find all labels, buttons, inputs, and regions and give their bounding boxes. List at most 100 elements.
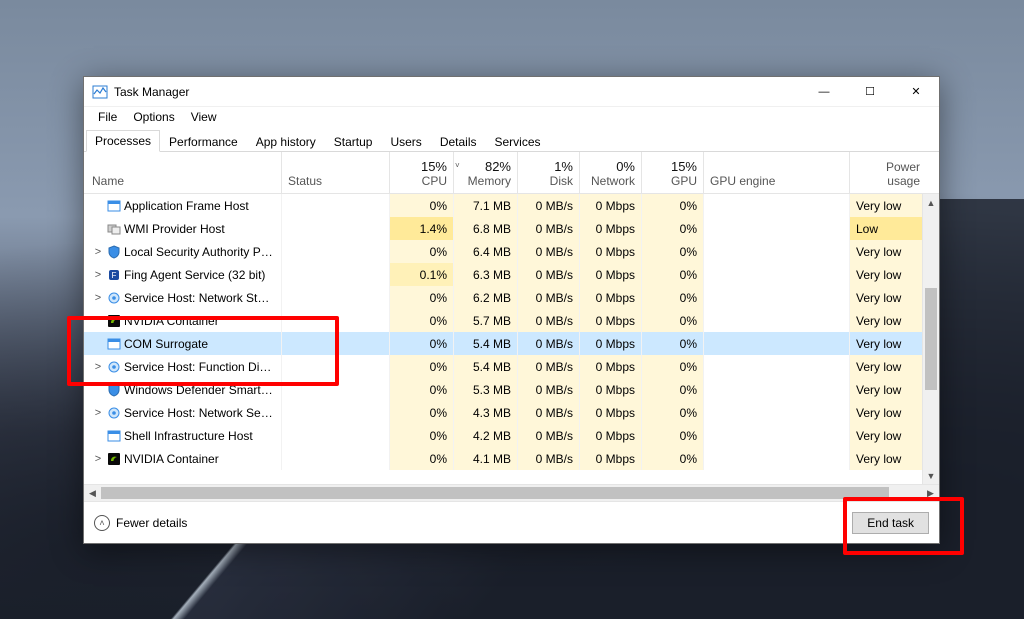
table-row[interactable]: >Service Host: Function Discover...0%5.4… xyxy=(84,355,939,378)
status-cell xyxy=(282,378,390,401)
table-row[interactable]: WMI Provider Host1.4%6.8 MB0 MB/s0 Mbps0… xyxy=(84,217,939,240)
col-disk[interactable]: 1%Disk xyxy=(518,152,580,193)
power-usage-cell: Low xyxy=(850,217,926,240)
process-name-cell[interactable]: WMI Provider Host xyxy=(84,217,282,240)
network-cell: 0 Mbps xyxy=(580,194,642,217)
scroll-down-icon[interactable]: ▼ xyxy=(923,467,939,484)
gpu-cell: 0% xyxy=(642,378,704,401)
menu-file[interactable]: File xyxy=(90,108,125,126)
col-power-usage[interactable]: Power usage xyxy=(850,152,926,193)
gpu-cell: 0% xyxy=(642,286,704,309)
scroll-right-icon[interactable]: ▶ xyxy=(922,488,939,499)
hscroll-track[interactable] xyxy=(101,485,922,501)
table-row[interactable]: >Service Host: Network Service0%4.3 MB0 … xyxy=(84,401,939,424)
tab-processes[interactable]: Processes xyxy=(86,130,160,152)
tab-startup[interactable]: Startup xyxy=(325,131,382,152)
gpu-cell: 0% xyxy=(642,240,704,263)
sort-indicator-icon: ˅ xyxy=(455,161,460,170)
expand-toggle-icon[interactable]: > xyxy=(92,292,104,304)
menubar: File Options View xyxy=(84,107,939,127)
disk-cell: 0 MB/s xyxy=(518,355,580,378)
process-name-cell[interactable]: Windows Defender SmartScreen xyxy=(84,378,282,401)
scroll-thumb[interactable] xyxy=(925,288,937,390)
process-name-cell[interactable]: NVIDIA Container xyxy=(84,309,282,332)
scroll-track[interactable] xyxy=(923,211,939,467)
process-name-cell[interactable]: >NVIDIA Container xyxy=(84,447,282,470)
table-row[interactable]: COM Surrogate0%5.4 MB0 MB/s0 Mbps0%Very … xyxy=(84,332,939,355)
tab-performance[interactable]: Performance xyxy=(160,131,247,152)
close-button[interactable]: ✕ xyxy=(893,77,939,107)
table-row[interactable]: >Service Host: Network Store Inte... 0% 6.… xyxy=(84,286,939,309)
col-gpu[interactable]: 15%GPU xyxy=(642,152,704,193)
network-cell: 0 Mbps xyxy=(580,424,642,447)
expand-toggle-icon[interactable]: > xyxy=(92,246,104,258)
table-row[interactable]: Application Frame Host0%7.1 MB0 MB/s0 Mb… xyxy=(84,194,939,217)
process-name-cell[interactable]: COM Surrogate xyxy=(84,332,282,355)
maximize-button[interactable]: ☐ xyxy=(847,77,893,107)
disk-cell: 0 MB/s xyxy=(518,447,580,470)
menu-options[interactable]: Options xyxy=(125,108,182,126)
col-gpu-engine[interactable]: GPU engine xyxy=(704,152,850,193)
process-name-cell[interactable]: >Service Host: Function Discover... xyxy=(84,355,282,378)
tab-details[interactable]: Details xyxy=(431,131,486,152)
gpu-engine-cell xyxy=(704,217,850,240)
expand-toggle-icon[interactable]: > xyxy=(92,269,104,281)
status-cell xyxy=(282,447,390,470)
col-name[interactable]: Name xyxy=(84,152,282,193)
table-row[interactable]: NVIDIA Container0%5.7 MB0 MB/s0 Mbps0%Ve… xyxy=(84,309,939,332)
fing-icon: F xyxy=(106,267,122,283)
memory-cell: 6.2 MB xyxy=(454,286,518,309)
expand-toggle-icon[interactable]: > xyxy=(92,361,104,373)
table-row[interactable]: >Local Security Authority Process...0%6.… xyxy=(84,240,939,263)
cpu-cell: 0.1% xyxy=(390,263,454,286)
gpu-engine-cell xyxy=(704,240,850,263)
process-name-cell[interactable]: >Local Security Authority Process... xyxy=(84,240,282,263)
process-name-cell[interactable]: Application Frame Host xyxy=(84,194,282,217)
hscroll-thumb[interactable] xyxy=(101,487,889,499)
disk-cell: 0 MB/s xyxy=(518,332,580,355)
col-status[interactable]: Status xyxy=(282,152,390,193)
vertical-scrollbar[interactable]: ▲ ▼ xyxy=(922,194,939,484)
menu-view[interactable]: View xyxy=(183,108,225,126)
col-memory[interactable]: ˅82%Memory xyxy=(454,152,518,193)
col-cpu[interactable]: 15%CPU xyxy=(390,152,454,193)
fewer-details-button[interactable]: ˄ Fewer details xyxy=(94,515,187,531)
tab-services[interactable]: Services xyxy=(486,131,550,152)
disk-cell: 0 MB/s xyxy=(518,378,580,401)
table-row[interactable]: Shell Infrastructure Host0%4.2 MB0 MB/s0… xyxy=(84,424,939,447)
status-cell xyxy=(282,309,390,332)
power-usage-cell: Very low xyxy=(850,355,926,378)
gpu-engine-cell xyxy=(704,424,850,447)
horizontal-scrollbar[interactable]: ◀ ▶ xyxy=(84,484,939,501)
shield-icon xyxy=(106,382,122,398)
disk-cell: 0 MB/s xyxy=(518,286,580,309)
scroll-up-icon[interactable]: ▲ xyxy=(923,194,939,211)
power-usage-cell: Very low xyxy=(850,309,926,332)
process-name-cell[interactable]: Shell Infrastructure Host xyxy=(84,424,282,447)
cpu-cell: 0% xyxy=(390,378,454,401)
disk-cell: 0 MB/s xyxy=(518,217,580,240)
svg-text:F: F xyxy=(112,271,117,280)
memory-cell: 4.3 MB xyxy=(454,401,518,424)
network-cell: 0 Mbps xyxy=(580,240,642,263)
memory-cell: 5.7 MB xyxy=(454,309,518,332)
tab-app-history[interactable]: App history xyxy=(247,131,325,152)
memory-cell: 6.3 MB xyxy=(454,263,518,286)
network-cell: 0 Mbps xyxy=(580,309,642,332)
table-row[interactable]: >NVIDIA Container0%4.1 MB0 MB/s0 Mbps0%V… xyxy=(84,447,939,470)
expand-toggle-icon[interactable]: > xyxy=(92,407,104,419)
tab-users[interactable]: Users xyxy=(381,131,430,152)
table-row[interactable]: >FFing Agent Service (32 bit)0.1%6.3 MB0… xyxy=(84,263,939,286)
titlebar[interactable]: Task Manager — ☐ ✕ xyxy=(84,77,939,107)
end-task-button[interactable]: End task xyxy=(852,512,929,534)
process-name-cell[interactable]: >Service Host: Network Service xyxy=(84,401,282,424)
expand-toggle-icon[interactable]: > xyxy=(92,453,104,465)
power-usage-cell: Very low xyxy=(850,401,926,424)
scroll-left-icon[interactable]: ◀ xyxy=(84,488,101,499)
gpu-engine-cell xyxy=(704,355,850,378)
process-name-cell[interactable]: >FFing Agent Service (32 bit) xyxy=(84,263,282,286)
col-network[interactable]: 0%Network xyxy=(580,152,642,193)
process-name-cell[interactable]: >Service Host: Network Store Inte... xyxy=(84,286,282,309)
minimize-button[interactable]: — xyxy=(801,77,847,107)
table-row[interactable]: Windows Defender SmartScreen0%5.3 MB0 MB… xyxy=(84,378,939,401)
